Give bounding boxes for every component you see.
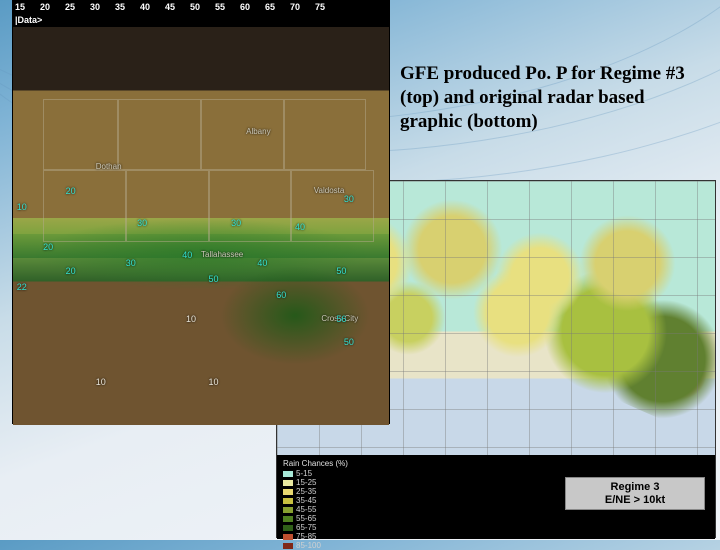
legend-label: 85-100: [296, 542, 321, 550]
radar-map-footer: Rain Chances (%) 5-1515-2525-3535-4545-5…: [277, 455, 715, 539]
ruler-tick: 15: [15, 2, 40, 15]
legend-label: 25-35: [296, 488, 316, 496]
regime-line1: Regime 3: [570, 481, 700, 494]
legend-swatch: [283, 480, 293, 486]
gfe-map-top: 15202530354045505560657075 |Data> Albany…: [12, 0, 390, 424]
ruler-tick: 35: [115, 2, 140, 15]
contour-30: 30: [126, 258, 136, 268]
ruler-tick: 50: [190, 2, 215, 15]
legend-swatch: [283, 489, 293, 495]
contour-30: 30: [344, 194, 354, 204]
contour-40: 40: [182, 250, 192, 260]
ruler-tick: 40: [140, 2, 165, 15]
legend-swatch: [283, 498, 293, 504]
contour-20: 20: [43, 242, 53, 252]
contour-40: 40: [295, 222, 305, 232]
ruler-tick: 30: [90, 2, 115, 15]
legend-swatch: [283, 525, 293, 531]
ruler-tick: 45: [165, 2, 190, 15]
legend-swatch: [283, 534, 293, 540]
legend-swatch: [283, 507, 293, 513]
contour-20: 20: [66, 266, 76, 276]
caption-text: GFE produced Po. P for Regime #3 (top) a…: [400, 62, 690, 133]
contour-50: 50: [209, 274, 219, 284]
legend-row: 65-75: [283, 524, 709, 532]
legend-label: 65-75: [296, 524, 316, 532]
contour-22: 22: [17, 282, 27, 292]
contour-50: 50: [344, 337, 354, 347]
contour-56: 56: [336, 314, 346, 324]
legend-label: 5-15: [296, 470, 312, 478]
contour-10: 10: [209, 377, 219, 387]
map-header: |Data>: [13, 15, 389, 27]
city-tallahassee: Tallahassee: [201, 250, 243, 259]
contour-10: 10: [96, 377, 106, 387]
ruler: 15202530354045505560657075: [13, 1, 389, 15]
legend-label: 15-25: [296, 479, 316, 487]
legend-label: 45-55: [296, 506, 316, 514]
city-dothan: Dothan: [96, 162, 122, 171]
city-valdosta: Valdosta: [314, 186, 345, 195]
ruler-tick: 65: [265, 2, 290, 15]
ruler-tick: 55: [215, 2, 240, 15]
ruler-tick: 60: [240, 2, 265, 15]
contour-30: 30: [137, 218, 147, 228]
legend-swatch: [283, 516, 293, 522]
contour-10: 10: [186, 314, 196, 324]
contour-10: 10: [17, 202, 27, 212]
legend-title: Rain Chances (%): [283, 459, 709, 468]
contour-40: 40: [257, 258, 267, 268]
ruler-tick: 75: [315, 2, 340, 15]
legend-label: 35-45: [296, 497, 316, 505]
ruler-tick: 20: [40, 2, 65, 15]
legend-swatch: [283, 543, 293, 549]
legend-swatch: [283, 471, 293, 477]
contour-60: 60: [276, 290, 286, 300]
contour-20: 20: [66, 186, 76, 196]
contour-50: 50: [336, 266, 346, 276]
legend-row: 85-100: [283, 542, 709, 550]
city-albany: Albany: [246, 127, 270, 136]
contour-30: 30: [231, 218, 241, 228]
regime-line2: E/NE > 10kt: [570, 494, 700, 507]
legend-label: 55-65: [296, 515, 316, 523]
gfe-map-body: Albany Dothan Valdosta Tallahassee Cross…: [13, 27, 389, 425]
ruler-tick: 70: [290, 2, 315, 15]
regime-label: Regime 3 E/NE > 10kt: [565, 477, 705, 510]
legend-row: 55-65: [283, 515, 709, 523]
ruler-tick: 25: [65, 2, 90, 15]
